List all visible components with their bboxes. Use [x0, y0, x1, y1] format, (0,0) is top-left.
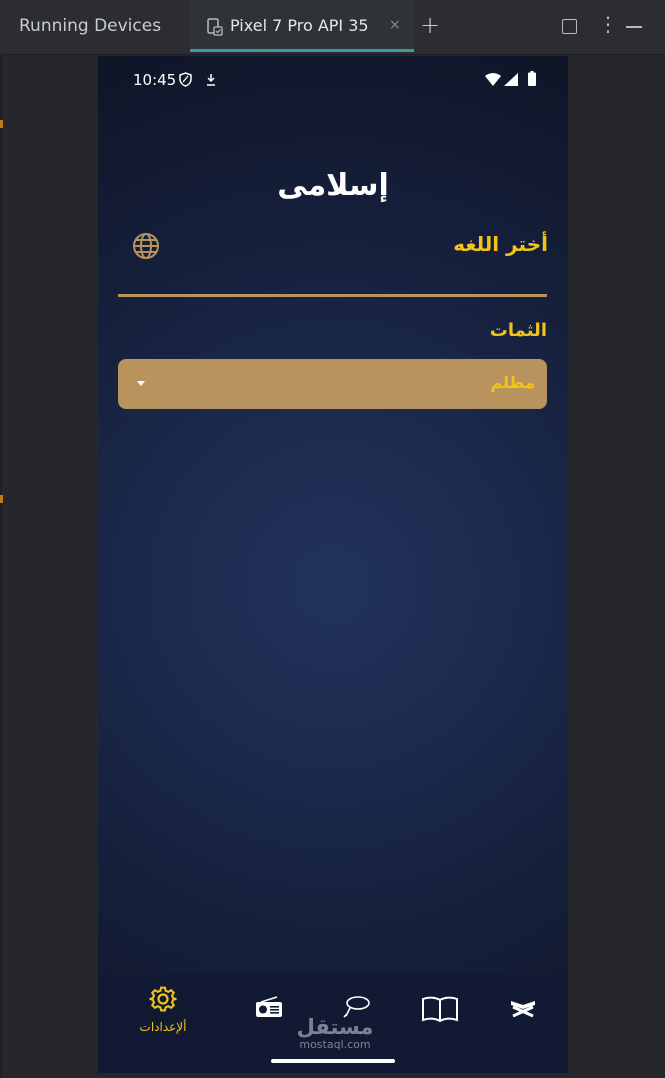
device-icon: [207, 18, 223, 36]
phone-screen: 10:45 إسلامى أختر اللغه الثمات مظلم ألإع…: [98, 56, 568, 1073]
theme-selected-value: مظلم: [490, 373, 535, 392]
open-book-icon: [422, 996, 458, 1023]
watermark-logo: مستقل mostaql.com: [290, 1016, 380, 1051]
restore-window-icon[interactable]: [562, 19, 577, 34]
quran-icon: [511, 1001, 535, 1018]
wifi-icon: [485, 73, 501, 86]
nav-item-settings[interactable]: ألإعدادات: [135, 984, 191, 1034]
add-tab-button[interactable]: +: [420, 11, 440, 39]
globe-icon[interactable]: [132, 232, 160, 260]
status-time: 10:45: [133, 71, 177, 89]
download-icon: [207, 74, 215, 86]
theme-label: الثمات: [489, 320, 547, 341]
shield-icon: [179, 72, 192, 87]
battery-icon: [528, 71, 536, 86]
theme-dropdown[interactable]: مظلم: [118, 359, 547, 409]
tab-device[interactable]: Pixel 7 Pro API 35 ×: [190, 0, 414, 52]
tool-window-title: Running Devices: [19, 16, 162, 36]
tab-close-icon[interactable]: ×: [389, 17, 401, 33]
home-indicator[interactable]: [271, 1059, 395, 1063]
nav-item-radio[interactable]: [255, 996, 283, 1022]
watermark-latin: mostaql.com: [299, 1038, 371, 1051]
gutter-marker: [0, 495, 3, 503]
app-title: إسلامى: [277, 168, 389, 203]
minimize-icon[interactable]: [626, 26, 642, 28]
watermark-arabic: مستقل: [296, 1015, 374, 1039]
language-selector[interactable]: أختر اللغه: [118, 226, 548, 296]
language-label: أختر اللغه: [453, 232, 548, 256]
signal-icon: [504, 73, 518, 86]
left-gutter: [0, 55, 2, 1078]
nav-label-settings: ألإعدادات: [139, 1020, 187, 1034]
divider: [118, 294, 547, 297]
dropdown-arrow-icon: [137, 381, 145, 386]
gutter-marker: [0, 120, 3, 128]
ide-toolbar: Running Devices Pixel 7 Pro API 35 × + ⋮: [0, 0, 665, 55]
status-bar: 10:45: [98, 56, 568, 102]
nav-item-hadith[interactable]: [421, 996, 459, 1026]
radio-icon: [256, 996, 282, 1017]
nav-item-quran[interactable]: [508, 996, 538, 1024]
gear-icon: [149, 986, 177, 1012]
tab-label: Pixel 7 Pro API 35: [230, 16, 369, 35]
more-options-icon[interactable]: ⋮: [598, 14, 618, 34]
